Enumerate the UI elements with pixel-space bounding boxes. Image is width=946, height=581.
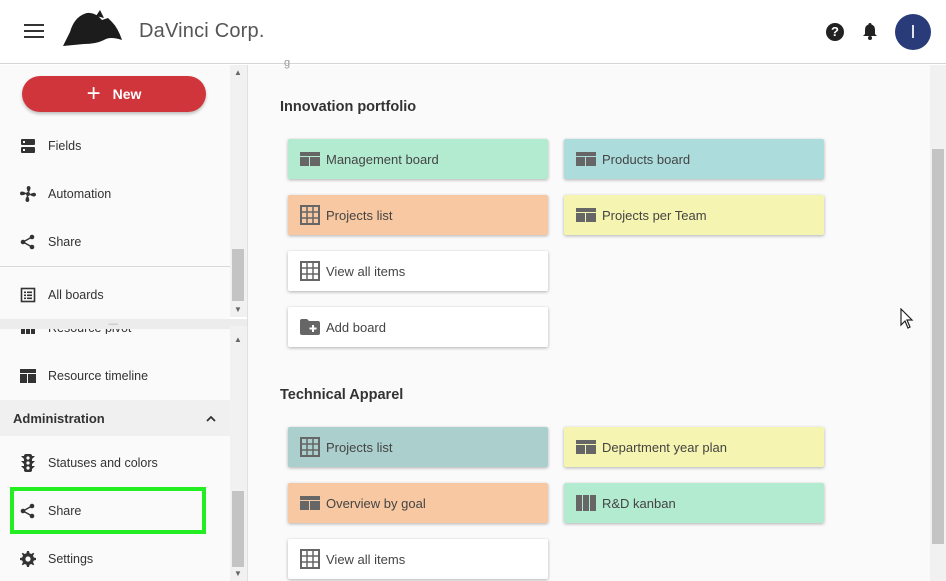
sidebar-item-label: Settings	[48, 552, 94, 566]
sidebar-item-label: Share	[48, 235, 82, 249]
board-icon	[300, 493, 320, 513]
sidebar-item-label: All boards	[48, 288, 104, 302]
grid-icon	[300, 549, 320, 569]
share-icon	[19, 233, 37, 251]
scroll-up-arrow-icon[interactable]: ▲	[234, 335, 242, 344]
plus-icon: +	[86, 80, 101, 107]
card-label: Projects list	[326, 439, 393, 455]
scrollbar-thumb[interactable]	[232, 249, 244, 301]
sidebar-item-label: Statuses and colors	[48, 456, 158, 470]
card-label: Products board	[602, 151, 691, 167]
fields-icon	[19, 137, 37, 155]
scrollbar-thumb[interactable]	[932, 149, 944, 544]
board-card-rd-kanban[interactable]: R&D kanban	[564, 483, 824, 523]
scroll-down-arrow-icon[interactable]: ▼	[234, 569, 242, 578]
brand-name: DaVinci Corp.	[139, 20, 265, 42]
grid-icon	[300, 437, 320, 457]
sidebar-item-resource-timeline[interactable]: Resource timeline	[0, 356, 230, 396]
share-icon	[19, 502, 37, 520]
user-avatar[interactable]: I	[895, 14, 931, 50]
sidebar-item-admin-share[interactable]: Share	[0, 491, 230, 531]
drag-handle-icon[interactable]: ∙∙∙∙∙∙∙∙∙∙	[108, 321, 119, 328]
administration-title: Administration	[13, 410, 105, 426]
grid-icon	[300, 205, 320, 225]
card-label: Overview by goal	[326, 495, 426, 511]
section-title-technical-apparel: Technical Apparel	[280, 387, 404, 403]
gear-icon	[19, 550, 37, 568]
timeline-icon	[19, 367, 37, 385]
clipped-text: g	[284, 57, 291, 69]
sidebar-upper-scrollbar[interactable]: ▲ ▼	[230, 65, 247, 317]
new-button-label: New	[112, 86, 142, 102]
board-icon	[300, 149, 320, 169]
board-card-projects-list-2[interactable]: Projects list	[288, 427, 548, 467]
automation-icon	[19, 185, 37, 203]
section-title-innovation-portfolio: Innovation portfolio	[280, 99, 417, 115]
sidebar-splitter[interactable]: ∙∙∙∙∙∙∙∙∙∙	[0, 319, 247, 329]
board-card-overview-by-goal[interactable]: Overview by goal	[288, 483, 548, 523]
sidebar-item-settings[interactable]: Settings	[0, 539, 230, 579]
new-button[interactable]: + New	[22, 76, 206, 112]
administration-header[interactable]: Administration	[0, 400, 230, 436]
help-icon[interactable]: ?	[826, 23, 844, 41]
sidebar-lower-scrollbar[interactable]: ▲ ▼	[230, 326, 247, 581]
sidebar-item-label: Automation	[48, 187, 112, 201]
board-card-management-board[interactable]: Management board	[288, 139, 548, 179]
board-card-view-all-items-2[interactable]: View all items	[288, 539, 548, 579]
board-card-view-all-items[interactable]: View all items	[288, 251, 548, 291]
notification-bell-icon[interactable]	[862, 22, 878, 45]
sidebar-item-share[interactable]: Share	[0, 222, 230, 262]
sidebar-item-fields[interactable]: Fields	[0, 126, 230, 166]
board-card-projects-per-team[interactable]: Projects per Team	[564, 195, 824, 235]
kanban-icon	[576, 493, 596, 513]
list-icon	[19, 286, 37, 304]
board-icon	[576, 149, 596, 169]
sidebar-item-label: Fields	[48, 139, 82, 153]
main-scrollbar[interactable]	[930, 65, 946, 581]
scrollbar-thumb[interactable]	[232, 491, 244, 567]
sidebar-item-statuses-colors[interactable]: Statuses and colors	[0, 443, 230, 483]
card-label: Management board	[326, 151, 439, 167]
chevron-up-icon[interactable]	[206, 411, 216, 425]
main-content: g Innovation portfolio Management board …	[248, 57, 930, 581]
card-label: Department year plan	[602, 439, 728, 455]
sidebar-item-label: Resource timeline	[48, 369, 149, 383]
top-bar: DaVinci Corp. ? I	[0, 0, 946, 64]
sidebar-item-automation[interactable]: Automation	[0, 174, 230, 214]
board-card-department-year-plan[interactable]: Department year plan	[564, 427, 824, 467]
board-icon	[576, 205, 596, 225]
scroll-up-arrow-icon[interactable]: ▲	[234, 68, 242, 77]
board-card-products-board[interactable]: Products board	[564, 139, 824, 179]
grid-icon	[300, 261, 320, 281]
add-folder-icon	[300, 317, 320, 337]
add-board-button[interactable]: Add board	[288, 307, 548, 347]
davinci-logo	[60, 10, 126, 53]
sidebar-item-label: Share	[48, 504, 82, 518]
card-label: Projects per Team	[602, 207, 707, 223]
mouse-cursor-icon	[900, 307, 914, 335]
card-label: R&D kanban	[602, 495, 676, 511]
card-label: View all items	[326, 551, 406, 567]
card-label: Projects list	[326, 207, 393, 223]
card-label: View all items	[326, 263, 406, 279]
sidebar-divider	[0, 266, 230, 267]
traffic-light-icon	[19, 454, 37, 472]
scroll-down-arrow-icon[interactable]: ▼	[234, 305, 242, 314]
board-icon	[576, 437, 596, 457]
menu-icon[interactable]	[24, 24, 44, 40]
board-card-projects-list[interactable]: Projects list	[288, 195, 548, 235]
card-label: Add board	[326, 319, 386, 335]
